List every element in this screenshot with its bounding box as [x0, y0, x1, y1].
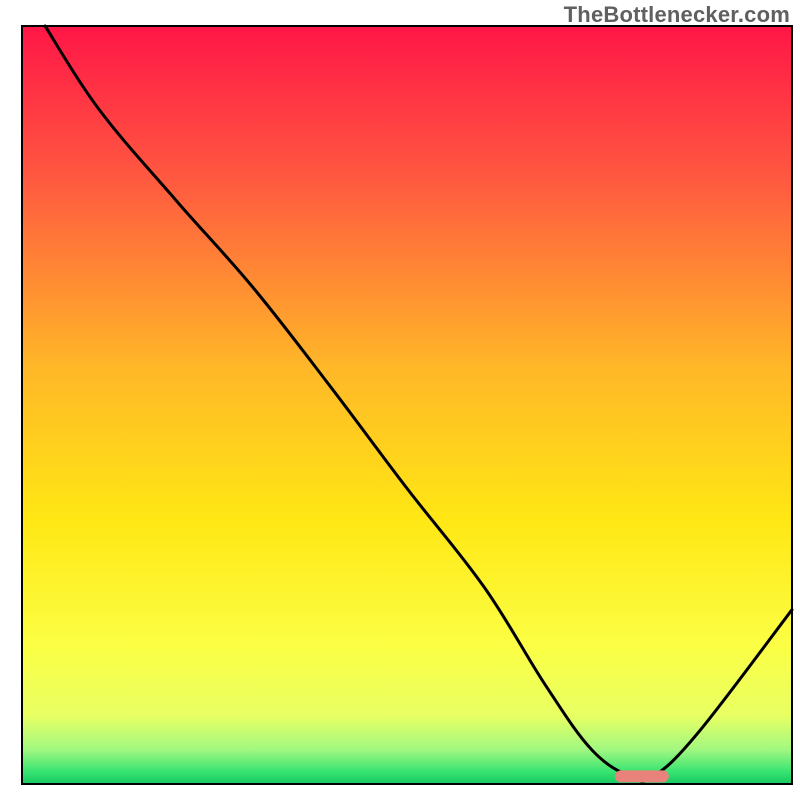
plot-background	[22, 26, 792, 784]
chart-container: TheBottlenecker.com	[0, 0, 800, 800]
optimal-marker	[615, 770, 669, 782]
bottleneck-chart	[0, 0, 800, 800]
